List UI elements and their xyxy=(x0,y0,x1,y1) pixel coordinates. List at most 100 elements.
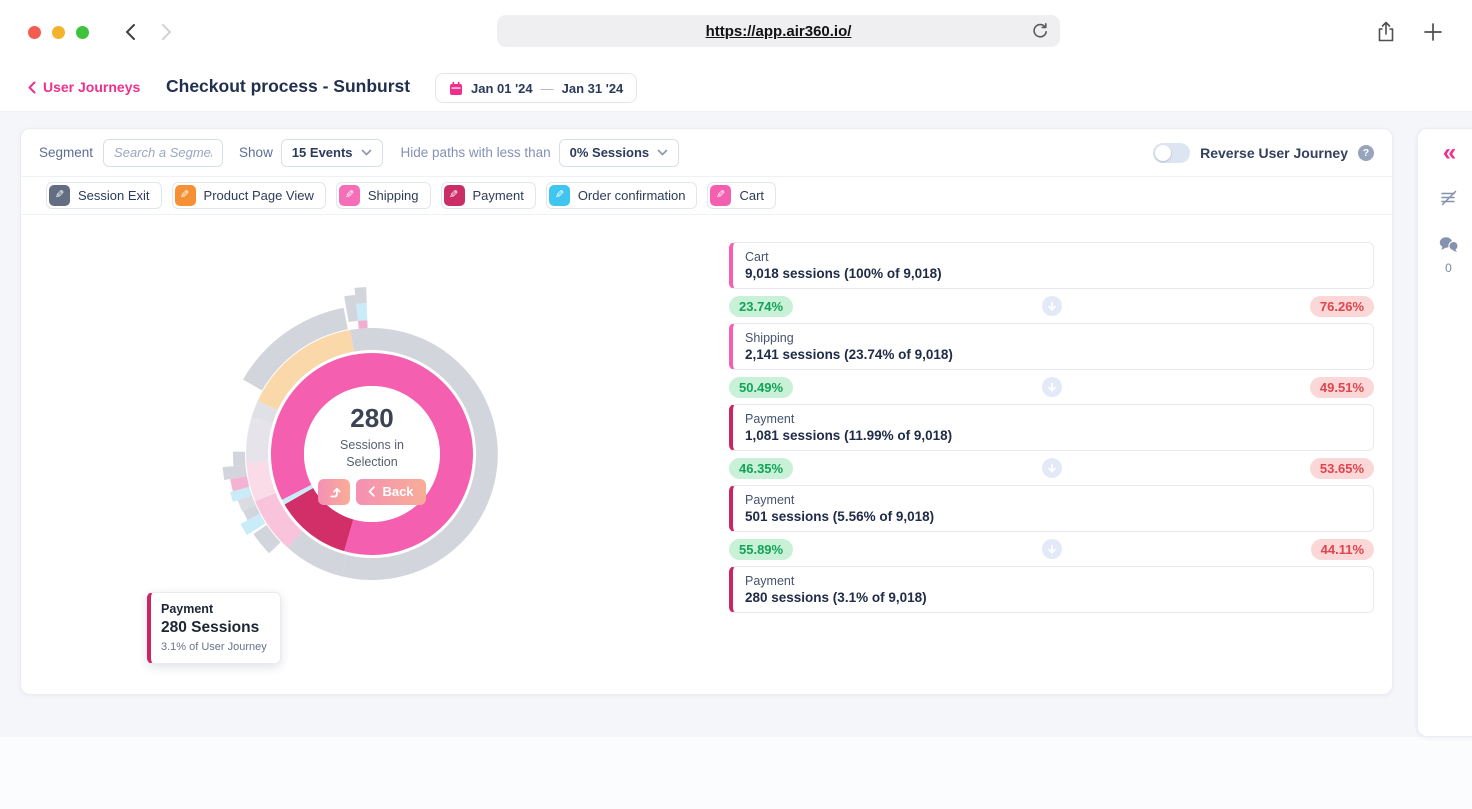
reload-icon[interactable] xyxy=(1030,21,1050,41)
drop-rate-badge: 44.11% xyxy=(1310,538,1374,560)
journey-toolbar: Segment Show 15 Events Hide paths with l… xyxy=(21,129,1392,177)
new-tab-icon[interactable] xyxy=(1421,20,1445,49)
continue-rate-badge: 55.89% xyxy=(729,538,794,560)
collapse-sidebar-icon[interactable]: « xyxy=(1443,141,1456,165)
event-legend: ✎ Session Exit ✎ Product Page View ✎ Shi… xyxy=(21,177,1392,215)
level-up-button[interactable] xyxy=(318,478,351,505)
segment-label: Segment xyxy=(39,145,94,160)
transition-row: 50.49% 49.51% xyxy=(729,376,1374,398)
journey-panel: Segment Show 15 Events Hide paths with l… xyxy=(20,128,1393,695)
sessions-in-selection-value: 280 xyxy=(350,403,394,434)
sessions-in-selection-label: Sessions in Selection xyxy=(340,438,404,469)
zoom-window-button[interactable] xyxy=(76,26,89,39)
edit-pencil-icon[interactable]: ✎ xyxy=(49,185,70,206)
browser-chrome: https://app.air360.io/ xyxy=(0,0,1472,62)
legend-chip-label: Cart xyxy=(739,188,765,203)
edit-pencil-icon[interactable]: ✎ xyxy=(710,185,732,206)
journey-steps-list: Cart 9,018 sessions (100% of 9,018) 23.7… xyxy=(729,242,1374,619)
comments-icon[interactable] xyxy=(1438,236,1460,258)
edit-pencil-icon[interactable]: ✎ xyxy=(443,185,465,206)
drop-down-arrow-icon[interactable] xyxy=(1041,539,1062,559)
reverse-journey-controls: Reverse User Journey ? xyxy=(1153,142,1392,163)
date-end: Jan 31 '24 xyxy=(561,80,624,96)
legend-chip-shipping[interactable]: ✎ Shipping xyxy=(335,182,431,209)
step-detail: 501 sessions (5.56% of 9,018) xyxy=(745,509,935,524)
tooltip-event-name: Payment xyxy=(161,602,214,616)
sunburst-center: 280 Sessions in Selection Back xyxy=(304,386,440,522)
comments-count: 0 xyxy=(1445,261,1452,275)
legend-chip-label: Payment xyxy=(472,188,524,203)
drop-rate-badge: 49.51% xyxy=(1309,376,1374,398)
drop-rate-badge: 76.26% xyxy=(1309,295,1374,317)
journey-step-card[interactable]: Payment 501 sessions (5.56% of 9,018) xyxy=(729,485,1374,532)
legend-chip-product-page-view[interactable]: ✎ Product Page View xyxy=(171,182,326,209)
drop-rate-badge: 53.65% xyxy=(1309,457,1374,479)
reverse-journey-label: Reverse User Journey xyxy=(1200,144,1348,161)
date-range-picker[interactable]: Jan 01 '24 — Jan 31 '24 xyxy=(435,73,638,103)
edit-pencil-icon[interactable]: ✎ xyxy=(174,185,196,206)
chevron-left-icon xyxy=(369,486,376,497)
min-sessions-value: 0% Sessions xyxy=(569,145,650,160)
journey-step-card[interactable]: Cart 9,018 sessions (100% of 9,018) xyxy=(729,242,1374,289)
drop-down-arrow-icon[interactable] xyxy=(1041,296,1062,316)
back-button-label: Back xyxy=(382,484,414,500)
date-dash: — xyxy=(540,80,554,96)
legend-chip-label: Order confirmation xyxy=(577,188,686,203)
back-button[interactable]: Back xyxy=(356,478,426,505)
address-bar[interactable]: https://app.air360.io/ xyxy=(497,15,1060,47)
continue-rate-badge: 50.49% xyxy=(729,376,794,398)
transition-row: 55.89% 44.11% xyxy=(729,538,1374,560)
page-title: Checkout process - Sunburst xyxy=(166,76,411,96)
step-detail: 1,081 sessions (11.99% of 9,018) xyxy=(745,428,953,443)
step-name: Shipping xyxy=(745,331,794,345)
continue-rate-badge: 46.35% xyxy=(729,457,794,479)
content-bottom-background xyxy=(0,737,1472,809)
close-window-button[interactable] xyxy=(28,26,41,39)
journey-step-card[interactable]: Payment 1,081 sessions (11.99% of 9,018) xyxy=(729,404,1374,451)
tooltip-sessions: 280 Sessions xyxy=(161,619,260,636)
chevron-down-icon xyxy=(361,149,371,156)
tooltip-share: 3.1% of User Journey xyxy=(161,641,267,653)
reverse-journey-toggle[interactable] xyxy=(1153,142,1191,163)
edit-pencil-icon[interactable]: ✎ xyxy=(548,185,570,206)
step-name: Payment xyxy=(745,493,795,507)
journey-step-card[interactable]: Payment 280 sessions (3.1% of 9,018) xyxy=(729,566,1374,613)
legend-chip-label: Product Page View xyxy=(203,188,314,203)
transition-row: 23.74% 76.26% xyxy=(729,295,1374,317)
chevron-down-icon xyxy=(657,149,668,156)
minimize-window-button[interactable] xyxy=(52,26,65,39)
events-count-dropdown[interactable]: 15 Events xyxy=(280,138,383,167)
help-icon[interactable]: ? xyxy=(1358,144,1374,161)
browser-forward-icon[interactable] xyxy=(160,23,173,46)
chevron-left-icon xyxy=(28,81,36,93)
step-detail: 280 sessions (3.1% of 9,018) xyxy=(745,590,927,605)
hide-annotations-icon[interactable] xyxy=(1439,189,1459,212)
calendar-icon xyxy=(450,81,462,95)
legend-chip-payment[interactable]: ✎ Payment xyxy=(440,182,536,209)
segment-search-input[interactable] xyxy=(103,138,224,167)
legend-chip-cart[interactable]: ✎ Cart xyxy=(707,182,777,209)
browser-back-icon[interactable] xyxy=(124,23,137,46)
back-link-label: User Journeys xyxy=(43,79,141,95)
legend-chip-session-exit[interactable]: ✎ Session Exit xyxy=(46,182,162,209)
back-to-user-journeys-link[interactable]: User Journeys xyxy=(28,79,140,95)
sunburst-tooltip: Payment 280 Sessions 3.1% of User Journe… xyxy=(147,592,281,664)
url-text[interactable]: https://app.air360.io/ xyxy=(706,23,852,40)
share-icon[interactable] xyxy=(1375,20,1397,49)
hide-paths-label: Hide paths with less than xyxy=(400,145,551,160)
journey-step-card[interactable]: Shipping 2,141 sessions (23.74% of 9,018… xyxy=(729,323,1374,370)
drop-down-arrow-icon[interactable] xyxy=(1041,377,1062,397)
arrow-up-icon xyxy=(330,488,341,498)
drop-down-arrow-icon[interactable] xyxy=(1041,458,1062,478)
step-detail: 2,141 sessions (23.74% of 9,018) xyxy=(745,347,953,362)
step-detail: 9,018 sessions (100% of 9,018) xyxy=(745,266,942,281)
legend-chip-order-confirmation[interactable]: ✎ Order confirmation xyxy=(545,182,698,209)
show-label: Show xyxy=(239,145,273,160)
step-name: Payment xyxy=(745,412,795,426)
step-name: Payment xyxy=(745,574,795,588)
edit-pencil-icon[interactable]: ✎ xyxy=(338,185,360,206)
min-sessions-dropdown[interactable]: 0% Sessions xyxy=(558,138,680,167)
legend-chip-label: Shipping xyxy=(367,188,419,203)
transition-row: 46.35% 53.65% xyxy=(729,457,1374,479)
right-sidebar: « 0 xyxy=(1417,128,1472,737)
